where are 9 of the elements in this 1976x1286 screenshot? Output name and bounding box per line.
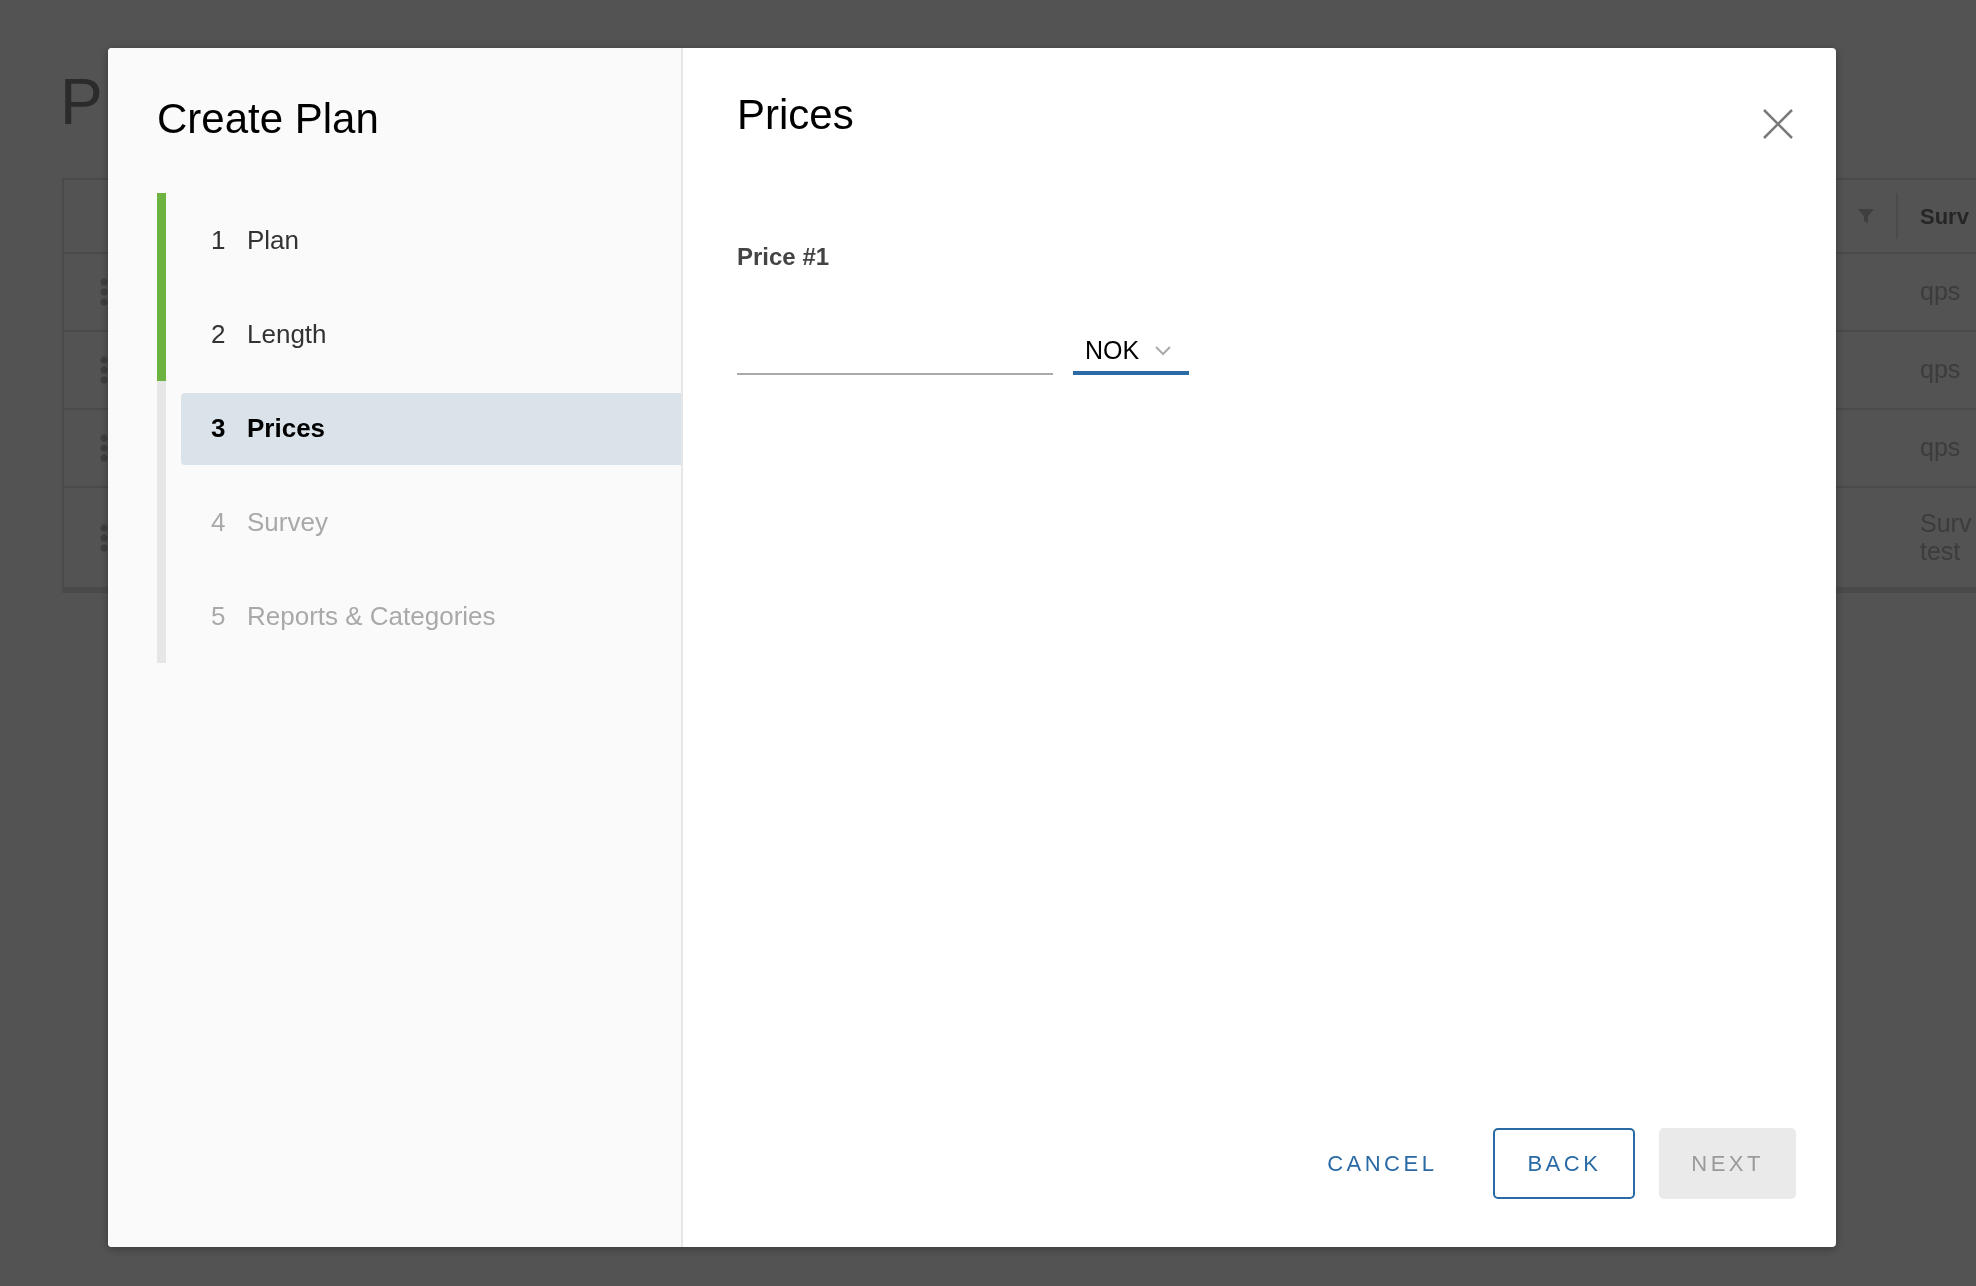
currency-select[interactable]: NOK [1073, 330, 1189, 375]
back-button[interactable]: BACK [1493, 1128, 1636, 1199]
wizard-step[interactable]: 1 Plan [181, 204, 681, 277]
wizard-step[interactable]: 2 Length [181, 298, 681, 371]
section-heading: Prices [737, 90, 854, 140]
cancel-button[interactable]: CANCEL [1295, 1128, 1470, 1199]
field-label: Price #1 [737, 241, 831, 272]
wizard-step[interactable]: 3 Prices [181, 392, 681, 465]
modal-title: Create Plan [157, 94, 380, 144]
